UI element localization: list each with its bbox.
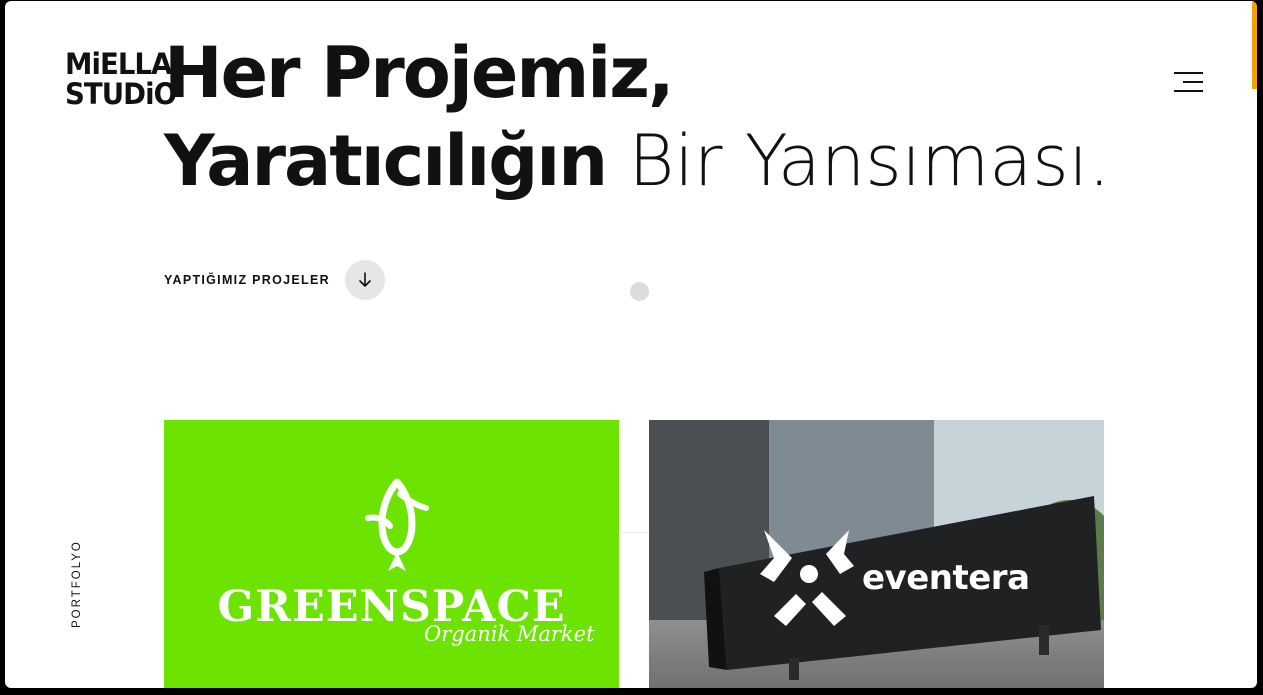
divider <box>620 420 621 532</box>
greenspace-tagline: Organik Market <box>424 622 595 646</box>
hero-line-1: Her Projemiz, <box>164 32 675 114</box>
site-logo[interactable]: MiELLA STUDiO <box>65 47 177 113</box>
hero-title: Her Projemiz, Yaratıcılığın Bir Yansımas… <box>164 29 1110 205</box>
hero-line-2-light: Bir Yansıması. <box>628 120 1111 202</box>
eventera-brand-name: eventera <box>862 558 1030 598</box>
hero-line-2-bold: Yaratıcılığın <box>164 120 608 202</box>
section-side-label: PORTFOLYO <box>71 540 83 628</box>
menu-bar <box>1183 81 1203 83</box>
eventera-sign-scene <box>649 420 1104 688</box>
logo-line-1: MiELLA <box>65 47 172 81</box>
page-frame: MiELLA STUDiO Her Projemiz, Yaratıcılığı… <box>5 1 1257 688</box>
hamburger-menu-icon[interactable] <box>1173 72 1203 94</box>
arrow-down-icon[interactable] <box>344 260 385 300</box>
project-card-eventera[interactable]: eventera <box>649 420 1104 688</box>
scroll-progress-indicator <box>1252 2 1257 89</box>
logo-line-2: STUDiO <box>65 77 177 111</box>
projects-scroll-link[interactable]: YAPTIĞIMIZ PROJELER <box>164 260 385 300</box>
divider <box>620 532 650 533</box>
custom-cursor <box>630 282 649 301</box>
greenspace-leaf-icon <box>365 478 429 571</box>
menu-bar <box>1174 90 1203 92</box>
projects-link-label: YAPTIĞIMIZ PROJELER <box>164 273 330 287</box>
project-card-greenspace[interactable]: GREENSPACE Organik Market <box>164 420 619 688</box>
menu-bar <box>1174 72 1203 74</box>
